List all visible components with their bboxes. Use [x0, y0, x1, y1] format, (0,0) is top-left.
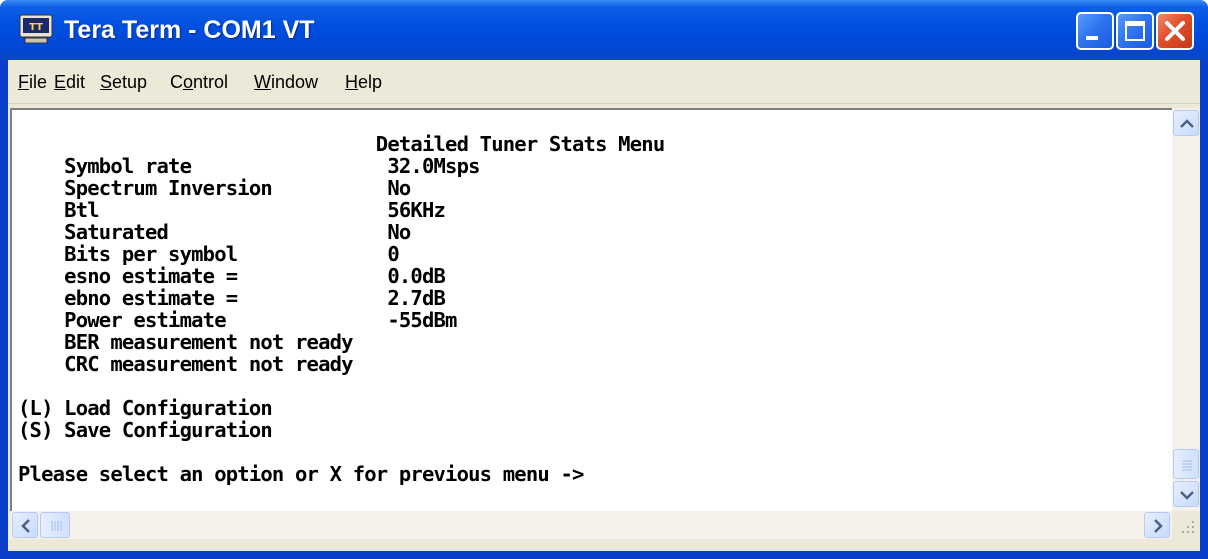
client-area: Detailed Tuner Stats Menu Symbol rate 32… [8, 104, 1200, 551]
chevron-down-icon [1180, 491, 1194, 500]
terminal-line-menu-title: Detailed Tuner Stats Menu [18, 132, 665, 156]
resize-grip[interactable] [1172, 511, 1200, 539]
menu-bar: File Edit Setup Control Window Help [8, 60, 1200, 104]
chevron-up-icon [1180, 119, 1194, 128]
terminal-line-load-configuration: (L) Load Configuration [18, 396, 273, 420]
horizontal-scrollbar[interactable] [10, 511, 1172, 539]
close-icon [1165, 21, 1185, 41]
tera-term-window: TT Tera Term - COM1 VT File Edit Setup C… [0, 0, 1208, 559]
terminal-line-saturated: Saturated No [18, 220, 411, 244]
terminal-line-btl: Btl 56KHz [18, 198, 446, 222]
menu-help[interactable]: Help [345, 70, 382, 94]
terminal-screen[interactable]: Detailed Tuner Stats Menu Symbol rate 32… [10, 108, 1172, 511]
scroll-down-button[interactable] [1173, 481, 1199, 507]
maximize-button[interactable] [1116, 12, 1154, 50]
terminal-line-bits-per-symbol: Bits per symbol 0 [18, 242, 400, 266]
terminal-line-symbol-rate: Symbol rate 32.0Msps [18, 154, 480, 178]
terminal-line-spectrum-inversion: Spectrum Inversion No [18, 176, 411, 200]
grip-lines-icon [51, 521, 62, 531]
terminal-line-esno-estimate: esno estimate = 0.0dB [18, 264, 446, 288]
terminal-line-ber-status: BER measurement not ready [18, 330, 353, 354]
scroll-left-button[interactable] [12, 512, 38, 538]
terminal-line-crc-status: CRC measurement not ready [18, 352, 353, 376]
menu-setup[interactable]: Setup [100, 70, 147, 94]
horizontal-scroll-thumb[interactable] [40, 512, 70, 538]
chevron-right-icon [1154, 519, 1163, 533]
vertical-scroll-thumb[interactable] [1173, 449, 1199, 479]
menu-control[interactable]: Control [170, 70, 228, 94]
minimize-icon [1086, 36, 1098, 40]
menu-edit[interactable]: Edit [54, 70, 85, 94]
grip-lines-icon [1182, 460, 1192, 471]
close-button[interactable] [1156, 12, 1194, 50]
title-bar[interactable]: TT Tera Term - COM1 VT [0, 0, 1208, 60]
vertical-scrollbar[interactable] [1172, 108, 1200, 511]
minimize-button[interactable] [1076, 12, 1114, 50]
terminal-line-prompt: Please select an option or X for previou… [18, 462, 584, 486]
resize-grip-icon [1182, 521, 1194, 533]
scroll-up-button[interactable] [1173, 110, 1199, 136]
terminal-line-ebno-estimate: ebno estimate = 2.7dB [18, 286, 446, 310]
menu-file[interactable]: File [18, 70, 47, 94]
maximize-icon [1125, 21, 1145, 41]
svg-text:TT: TT [29, 22, 43, 33]
scroll-right-button[interactable] [1144, 512, 1170, 538]
teraterm-app-icon: TT [19, 14, 53, 44]
menu-window[interactable]: Window [254, 70, 318, 94]
chevron-left-icon [21, 519, 30, 533]
terminal-line-save-configuration: (S) Save Configuration [18, 418, 273, 442]
terminal-line-power-estimate: Power estimate -55dBm [18, 308, 457, 332]
window-title: Tera Term - COM1 VT [64, 16, 315, 44]
